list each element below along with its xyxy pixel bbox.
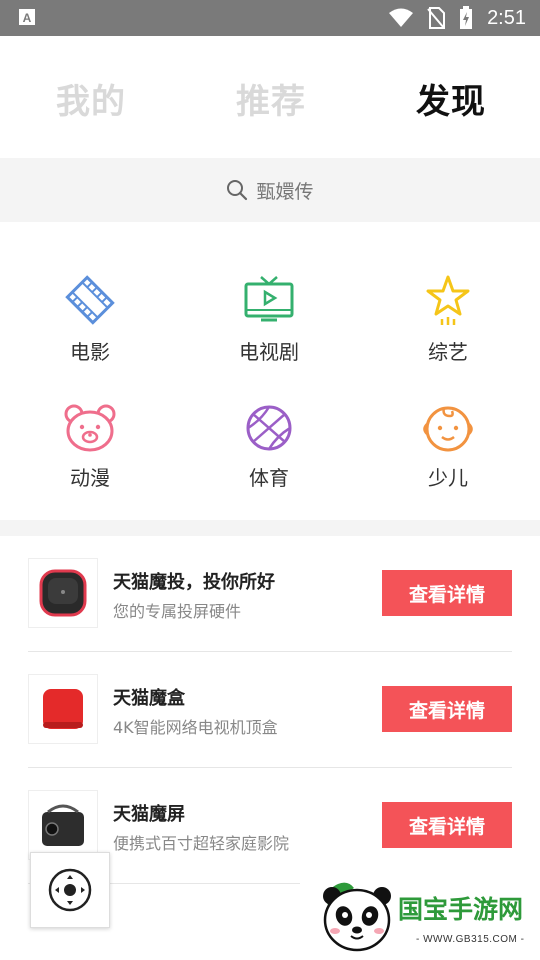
basketball-icon bbox=[246, 405, 292, 451]
svg-text:A: A bbox=[23, 11, 32, 25]
notification-a-icon: A bbox=[19, 9, 35, 25]
category-sports[interactable]: 体育 bbox=[209, 402, 329, 491]
product-item: 天猫魔投，投你所好 您的专属投屏硬件 查看详情 bbox=[28, 536, 512, 652]
portable-projector-image[interactable] bbox=[28, 790, 98, 860]
battery-charging-icon bbox=[460, 6, 473, 29]
category-tv-series[interactable]: 电视剧 bbox=[209, 272, 329, 365]
view-details-button[interactable]: 查看详情 bbox=[382, 802, 512, 848]
search-bar[interactable]: 甄嬛传 bbox=[0, 158, 540, 222]
category-label: 体育 bbox=[249, 466, 289, 490]
product-title: 天猫魔屏 bbox=[113, 804, 185, 825]
section-divider bbox=[0, 520, 540, 536]
tab-mine[interactable]: 我的 bbox=[56, 74, 126, 123]
product-title: 天猫魔投，投你所好 bbox=[113, 572, 275, 593]
wifi-icon bbox=[389, 8, 414, 27]
tv-icon bbox=[244, 276, 294, 322]
product-subtitle: 便携式百寸超轻家庭影院 bbox=[113, 834, 290, 853]
bear-icon bbox=[64, 404, 116, 452]
category-variety[interactable]: 综艺 bbox=[388, 272, 508, 365]
category-anime[interactable]: 动漫 bbox=[30, 402, 150, 491]
category-label: 动漫 bbox=[70, 466, 110, 490]
category-movie[interactable]: 电影 bbox=[30, 272, 150, 365]
view-details-button[interactable]: 查看详情 bbox=[382, 686, 512, 732]
baby-face-icon bbox=[423, 406, 473, 452]
projector-image[interactable] bbox=[28, 558, 98, 628]
search-placeholder: 甄嬛传 bbox=[256, 180, 314, 203]
no-sim-icon bbox=[427, 7, 446, 29]
site-watermark: 国宝手游网 - WWW.GB315.COM - bbox=[300, 868, 540, 960]
tab-discover[interactable]: 发现 bbox=[416, 74, 486, 123]
red-box-image[interactable] bbox=[28, 674, 98, 744]
category-grid: 电影 电视剧 综艺 动漫 体育 少儿 bbox=[0, 222, 540, 520]
product-title: 天猫魔盒 bbox=[113, 688, 185, 709]
search-icon bbox=[227, 180, 248, 201]
product-subtitle: 您的专属投屏硬件 bbox=[113, 602, 242, 621]
remote-control-button[interactable] bbox=[30, 852, 110, 928]
category-label: 综艺 bbox=[428, 340, 468, 364]
product-item: 天猫魔盒 4K智能网络电视机顶盒 查看详情 bbox=[28, 652, 512, 768]
product-subtitle: 4K智能网络电视机顶盒 bbox=[113, 718, 278, 737]
status-bar: A 2:51 bbox=[0, 0, 540, 36]
watermark-brand: 国宝手游网 bbox=[398, 895, 524, 924]
panda-logo-icon bbox=[323, 882, 391, 952]
category-label: 电视剧 bbox=[239, 340, 299, 364]
category-label: 少儿 bbox=[428, 466, 468, 490]
film-icon bbox=[65, 275, 115, 325]
watermark-url: - WWW.GB315.COM - bbox=[416, 934, 525, 945]
tab-recommend[interactable]: 推荐 bbox=[236, 74, 306, 123]
clock: 2:51 bbox=[487, 6, 526, 29]
view-details-button[interactable]: 查看详情 bbox=[382, 570, 512, 616]
category-kids[interactable]: 少儿 bbox=[388, 402, 508, 491]
category-label: 电影 bbox=[70, 340, 110, 364]
star-icon bbox=[426, 275, 470, 325]
top-tab-bar: 我的 推荐 发现 bbox=[0, 36, 540, 158]
remote-control-icon bbox=[48, 868, 92, 912]
